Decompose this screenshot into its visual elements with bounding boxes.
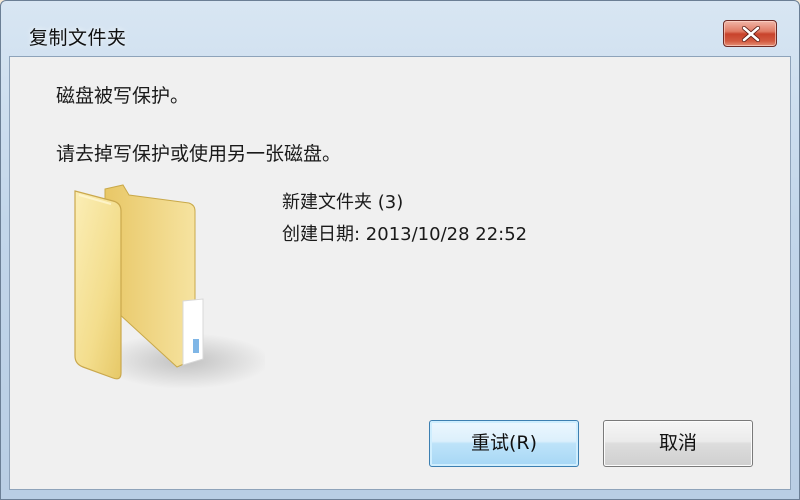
- cancel-button[interactable]: 取消: [603, 420, 753, 467]
- file-name: 新建文件夹 (3): [282, 192, 404, 213]
- file-created-date: 创建日期: 2013/10/28 22:52: [282, 224, 528, 245]
- dialog-content: 磁盘被写保护。 请去掉写保护或使用另一张磁盘。 新建文件夹 (3) 创建日期: …: [9, 56, 791, 490]
- instruction-message: 请去掉写保护或使用另一张磁盘。: [56, 143, 342, 165]
- retry-button[interactable]: 重试(R): [429, 420, 579, 467]
- close-button[interactable]: [723, 20, 777, 47]
- error-message: 磁盘被写保护。: [56, 85, 190, 107]
- window-title: 复制文件夹: [29, 27, 127, 49]
- close-icon: [741, 26, 761, 42]
- title-bar[interactable]: 复制文件夹: [1, 1, 799, 56]
- folder-icon: [65, 181, 270, 405]
- dialog-window: 复制文件夹 磁盘被写保护。 请去掉写保护或使用另一张磁盘。 新建文件夹 (3) …: [0, 0, 800, 500]
